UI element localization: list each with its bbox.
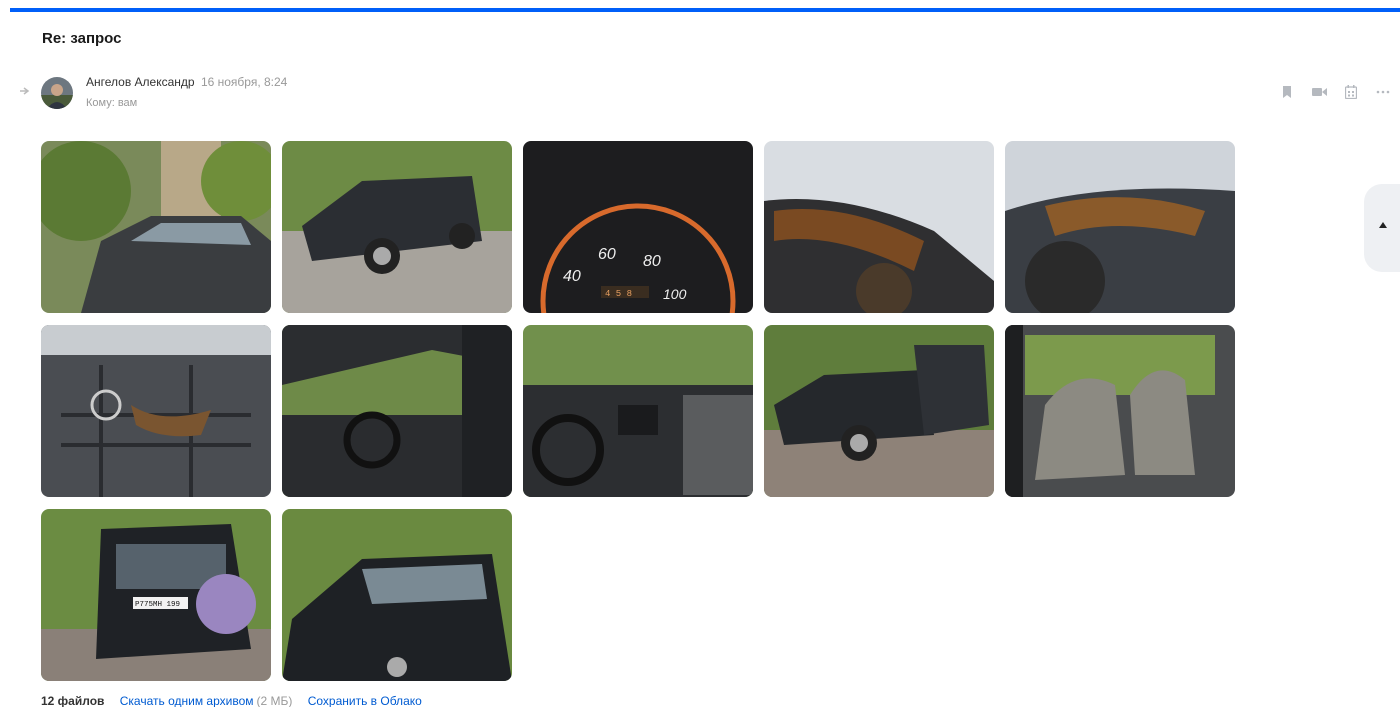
attachment-thumbnail-rear-seats[interactable] [1005, 325, 1235, 497]
attachment-thumbnail-rust-wheelarch[interactable] [764, 141, 994, 313]
odometer-reading: 4 5 8 [605, 289, 632, 299]
archive-size: (2 МБ) [256, 694, 293, 707]
attachment-thumbnail-car-front-dark[interactable] [282, 509, 512, 681]
speedo-tick: 60 [598, 246, 616, 263]
speedo-tick: 40 [563, 268, 581, 285]
speedo-tick: 100 [663, 286, 687, 302]
attachment-thumbnail-interior-dash[interactable] [523, 325, 753, 497]
attachment-thumbnail-interior-driver[interactable] [282, 325, 512, 497]
download-archive-link[interactable]: Скачать одним архивом [120, 694, 254, 707]
attachment-thumbnail-car-door-open[interactable] [764, 325, 994, 497]
message-actions [1279, 84, 1391, 100]
attachment-thumbnail-car-front-trees[interactable] [41, 141, 271, 313]
sender-line: Ангелов Александр 16 ноября, 8:24 [86, 75, 287, 89]
attachments-footer: 12 файлов Скачать одним архивом (2 МБ) Со… [41, 694, 422, 707]
message-date: 16 ноября, 8:24 [200, 75, 288, 89]
save-to-cloud-link[interactable]: Сохранить в Облако [308, 694, 422, 707]
bookmark-icon[interactable] [1279, 84, 1295, 100]
files-count: 12 файлов [41, 694, 105, 707]
top-accent-bar [10, 8, 1400, 12]
forward-arrow-icon [20, 87, 30, 95]
attachment-thumbnail-speedometer[interactable]: 60 80 40 100 4 5 8 [523, 141, 753, 313]
arrow-up-icon [1379, 222, 1387, 228]
sender-name[interactable]: Ангелов Александр [86, 75, 195, 89]
more-icon[interactable] [1375, 84, 1391, 100]
recipient-line: Кому: вам [86, 97, 138, 109]
avatar[interactable] [41, 77, 73, 109]
license-plate: Р775МН 199 [135, 601, 180, 609]
video-icon[interactable] [1311, 84, 1327, 100]
scroll-to-top-button[interactable] [1364, 184, 1400, 272]
email-subject: Re: запрос [42, 30, 122, 47]
attachment-thumbnail-car-rear[interactable]: Р775МН 199 [41, 509, 271, 681]
attachment-thumbnail-rust-body[interactable] [1005, 141, 1235, 313]
speedo-tick: 80 [643, 253, 661, 270]
attachment-thumbnail-car-side[interactable] [282, 141, 512, 313]
calendar-icon[interactable] [1343, 84, 1359, 100]
attachment-thumbnail-floor[interactable] [41, 325, 271, 497]
